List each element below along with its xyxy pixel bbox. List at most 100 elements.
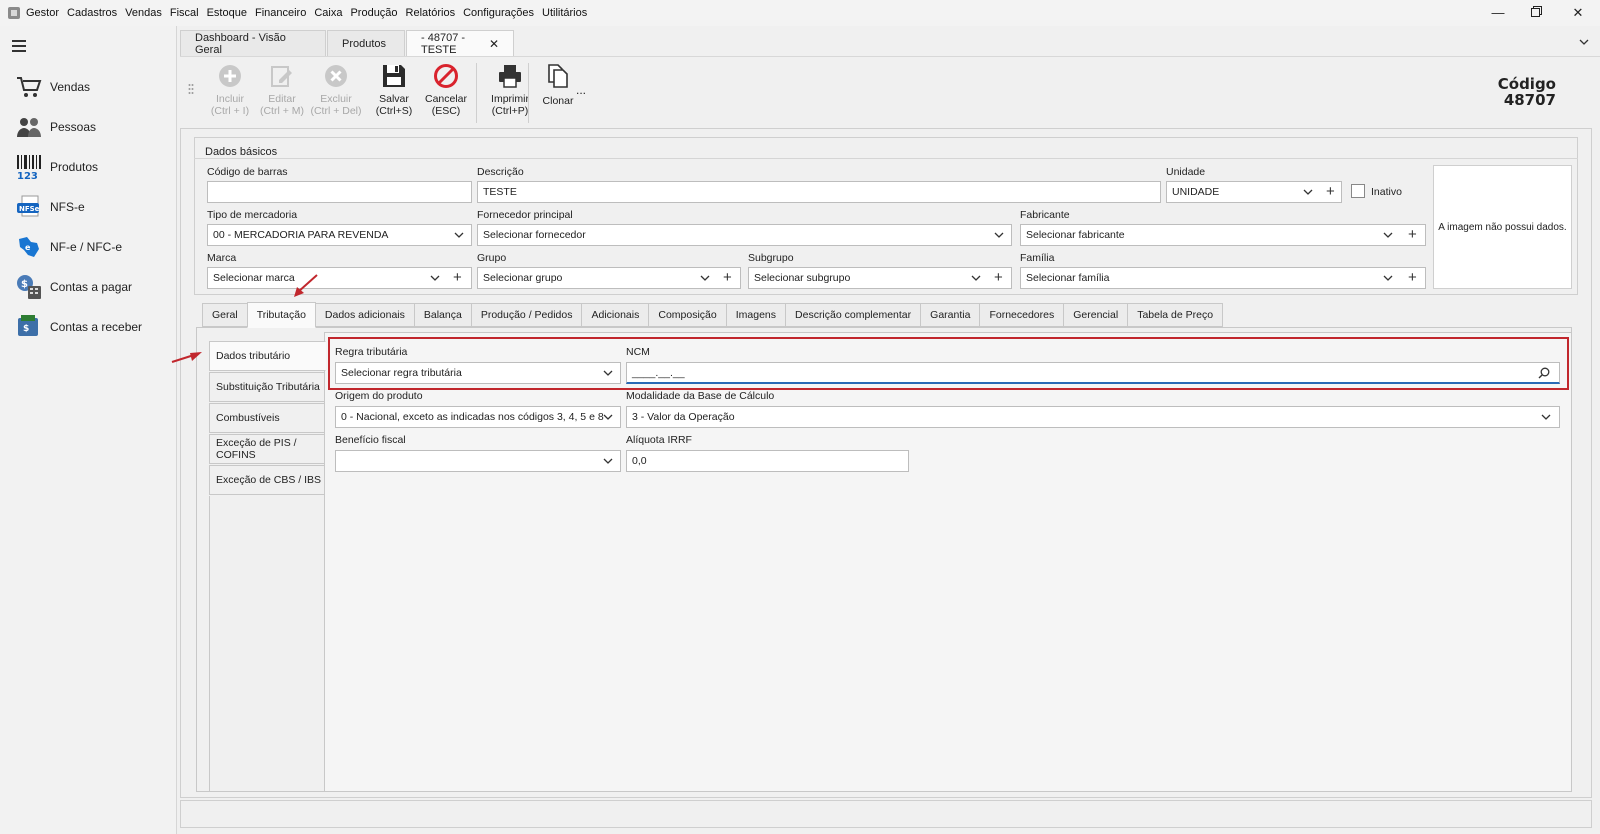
sidebar-label: Contas a pagar (50, 280, 133, 294)
svg-text:NFSe: NFSe (19, 205, 40, 213)
tab-produto-48707[interactable]: - 48707 - TESTE ✕ (406, 30, 514, 56)
tab-gerencial[interactable]: Gerencial (1063, 303, 1129, 327)
tab-imagens[interactable]: Imagens (725, 303, 787, 327)
chevron-down-icon[interactable] (602, 411, 614, 423)
menu-estoque[interactable]: Estoque (207, 7, 247, 19)
menu-caixa[interactable]: Caixa (314, 7, 342, 19)
tab-descricao-complementar[interactable]: Descrição complementar (785, 303, 922, 327)
bills-icon: $ (16, 274, 42, 300)
editar-button[interactable]: Editar (Ctrl + M) (254, 63, 310, 117)
close-window-icon[interactable]: ✕ (1568, 4, 1588, 22)
codigo-barras-input[interactable] (207, 181, 472, 203)
restore-icon[interactable] (1526, 4, 1546, 22)
aliquota-irrf-input[interactable]: 0,0 (626, 450, 909, 472)
side-tab-excecao-cbs-ibs[interactable]: Exceção de CBS / IBS (209, 465, 325, 495)
unidade-select[interactable]: UNIDADE (1166, 181, 1342, 203)
chevron-down-icon[interactable] (1540, 411, 1552, 423)
salvar-button[interactable]: Salvar (Ctrl+S) (366, 63, 422, 117)
tab-balanca[interactable]: Balança (413, 303, 472, 327)
sidebar-item-contas-receber[interactable]: $ Contas a receber (16, 312, 166, 342)
add-marca-icon[interactable]: + (453, 268, 462, 288)
tab-geral[interactable]: Geral (202, 303, 248, 327)
familia-select[interactable]: Selecionar família (1020, 267, 1426, 289)
side-tab-dados-tributario[interactable]: Dados tributário (209, 341, 326, 371)
beneficio-fiscal-select[interactable] (335, 450, 621, 472)
tab-adicionais[interactable]: Adicionais (581, 303, 650, 327)
more-options-button[interactable]: ... (576, 83, 586, 97)
hamburger-menu-icon[interactable] (12, 40, 26, 52)
marca-value: Selecionar marca (213, 272, 295, 284)
tab-dashboard[interactable]: Dashboard - Visão Geral (180, 30, 326, 56)
close-tab-icon[interactable]: ✕ (489, 37, 499, 51)
sidebar-label: NFS-e (50, 200, 85, 214)
beneficio-fiscal-label: Benefício fiscal (335, 434, 406, 446)
sidebar-item-produtos[interactable]: 123 Produtos (16, 152, 166, 182)
sidebar-item-pessoas[interactable]: Pessoas (16, 112, 166, 142)
excluir-button[interactable]: Excluir (Ctrl + Del) (308, 63, 364, 117)
toolbar-separator (528, 63, 529, 123)
divider (209, 496, 210, 792)
menu-relatorios[interactable]: Relatórios (406, 7, 456, 19)
tab-label: Produtos (342, 37, 387, 50)
status-bar (180, 800, 1592, 828)
add-familia-icon[interactable]: + (1408, 268, 1417, 288)
tab-produtos[interactable]: Produtos (327, 30, 405, 56)
tab-tributacao[interactable]: Tributação (246, 302, 316, 328)
side-tab-substituicao-tributaria[interactable]: Substituição Tributária (209, 372, 325, 402)
modalidade-base-calculo-select[interactable]: 3 - Valor da Operação (626, 406, 1560, 428)
tab-fornecedores[interactable]: Fornecedores (979, 303, 1065, 327)
minimize-icon[interactable]: — (1488, 4, 1508, 22)
sidebar-item-nfse[interactable]: NFSe NFS-e (16, 192, 166, 222)
button-shortcut: (Ctrl + I) (210, 105, 250, 117)
subgrupo-label: Subgrupo (748, 252, 794, 264)
tab-dados-adicionais[interactable]: Dados adicionais (314, 303, 415, 327)
grip-handle-icon[interactable] (188, 83, 194, 97)
sidebar-item-nfe[interactable]: e NF-e / NFC-e (16, 232, 166, 262)
menu-fiscal[interactable]: Fiscal (170, 7, 199, 19)
menu-vendas[interactable]: Vendas (125, 7, 162, 19)
tipo-mercadoria-select[interactable]: 00 - MERCADORIA PARA REVENDA (207, 224, 472, 246)
menu-producao[interactable]: Produção (350, 7, 397, 19)
add-fabricante-icon[interactable]: + (1408, 225, 1417, 245)
incluir-button[interactable]: Incluir (Ctrl + I) (202, 63, 258, 117)
tab-garantia[interactable]: Garantia (920, 303, 981, 327)
add-unidade-icon[interactable]: + (1326, 182, 1335, 202)
tab-tabela-preco[interactable]: Tabela de Preço (1127, 303, 1224, 327)
add-subgrupo-icon[interactable]: + (994, 268, 1003, 288)
origem-produto-select[interactable]: 0 - Nacional, exceto as indicadas nos có… (335, 406, 621, 428)
cancelar-button[interactable]: Cancelar (ESC) (418, 63, 474, 117)
chevron-down-icon[interactable] (993, 229, 1005, 241)
descricao-input[interactable]: TESTE (477, 181, 1161, 203)
menu-financeiro[interactable]: Financeiro (255, 7, 306, 19)
chevron-down-icon[interactable] (970, 272, 982, 284)
chevron-down-icon[interactable] (699, 272, 711, 284)
sidebar-item-vendas[interactable]: Vendas (16, 72, 166, 102)
button-label: Excluir (320, 93, 352, 105)
aliquota-irrf-label: Alíquota IRRF (626, 434, 692, 446)
menu-utilitarios[interactable]: Utilitários (542, 7, 587, 19)
add-grupo-icon[interactable]: + (723, 268, 732, 288)
tab-composicao[interactable]: Composição (648, 303, 727, 327)
tab-producao-pedidos[interactable]: Produção / Pedidos (470, 303, 583, 327)
button-shortcut: (Ctrl+S) (375, 105, 413, 117)
chevron-down-icon[interactable] (1578, 36, 1590, 48)
unidade-value: UNIDADE (1172, 186, 1220, 198)
inativo-checkbox[interactable] (1351, 184, 1365, 198)
chevron-down-icon[interactable] (453, 229, 465, 241)
fabricante-select[interactable]: Selecionar fabricante (1020, 224, 1426, 246)
chevron-down-icon[interactable] (429, 272, 441, 284)
chevron-down-icon[interactable] (1382, 272, 1394, 284)
fornecedor-select[interactable]: Selecionar fornecedor (477, 224, 1012, 246)
menu-gestor[interactable]: Gestor (26, 7, 59, 19)
side-tab-combustiveis[interactable]: Combustíveis (209, 403, 325, 433)
chevron-down-icon[interactable] (1302, 186, 1314, 198)
fabricante-label: Fabricante (1020, 209, 1070, 221)
chevron-down-icon[interactable] (602, 455, 614, 467)
inativo-label: Inativo (1371, 186, 1402, 198)
menu-cadastros[interactable]: Cadastros (67, 7, 117, 19)
product-image-box[interactable]: A imagem não possui dados. (1433, 165, 1572, 289)
sidebar-item-contas-pagar[interactable]: $ Contas a pagar (16, 272, 166, 302)
side-tab-excecao-pis-cofins[interactable]: Exceção de PIS / COFINS (209, 434, 325, 464)
chevron-down-icon[interactable] (1382, 229, 1394, 241)
menu-configuracoes[interactable]: Configurações (463, 7, 534, 19)
